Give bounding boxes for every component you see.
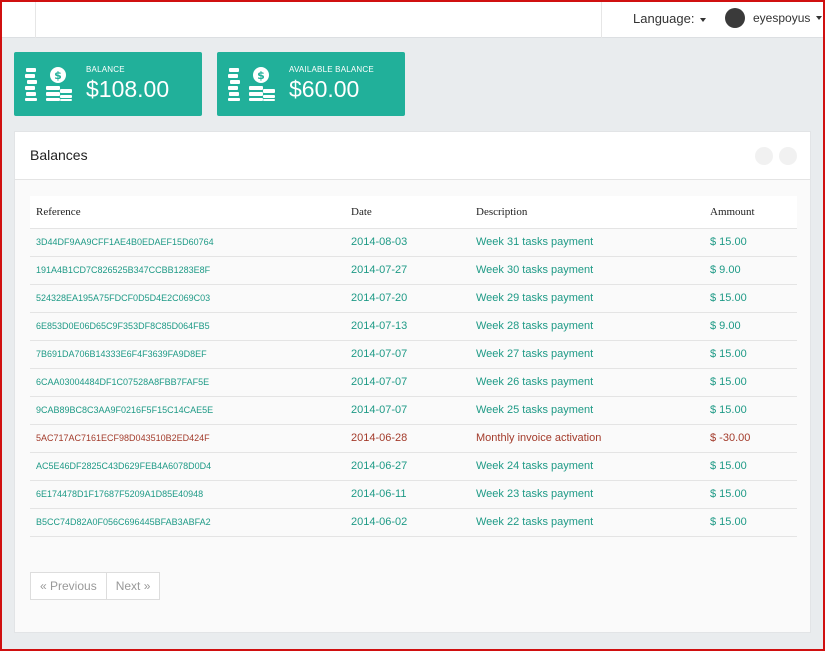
- pagination: « Previous Next »: [30, 572, 161, 600]
- amount-cell[interactable]: $ -30.00: [704, 424, 797, 453]
- language-label: Language:: [633, 11, 695, 26]
- amount-cell[interactable]: $ 15.00: [704, 368, 797, 397]
- reference-cell[interactable]: 6CAA03004484DF1C07528A8FBB7FAF5E: [30, 368, 345, 397]
- reference-cell[interactable]: 7B691DA706B14333E6F4F3639FA9D8EF: [30, 340, 345, 369]
- svg-text:$: $: [54, 69, 62, 82]
- reference-cell[interactable]: 6E853D0E06D65C9F353DF8C85D064FB5: [30, 312, 345, 341]
- table-row[interactable]: 6E174478D1F17687F5209A1D85E40948 2014-06-…: [30, 480, 797, 509]
- date-cell[interactable]: 2014-07-13: [345, 312, 470, 341]
- column-header-date[interactable]: Date: [345, 196, 470, 229]
- language-dropdown[interactable]: Language:: [633, 11, 707, 26]
- description-cell[interactable]: Week 28 tasks payment: [470, 312, 704, 341]
- coins-icon: $: [25, 67, 72, 101]
- panel-title: Balances: [30, 147, 88, 163]
- reference-cell[interactable]: 3D44DF9AA9CFF1AE4B0EDAEF15D60764: [30, 228, 345, 257]
- next-page-button[interactable]: Next »: [106, 572, 161, 600]
- svg-text:$: $: [257, 69, 265, 82]
- amount-cell[interactable]: $ 15.00: [704, 396, 797, 425]
- balance-card: $ BALANCE $108.00: [14, 52, 202, 116]
- amount-cell[interactable]: $ 15.00: [704, 228, 797, 257]
- table-row[interactable]: 5AC717AC7161ECF98D043510B2ED424F 2014-06-…: [30, 424, 797, 453]
- table-row[interactable]: 7B691DA706B14333E6F4F3639FA9D8EF 2014-07-…: [30, 340, 797, 369]
- chevron-down-icon: [700, 17, 707, 22]
- description-cell[interactable]: Week 31 tasks payment: [470, 228, 704, 257]
- reference-cell[interactable]: 6E174478D1F17687F5209A1D85E40948: [30, 480, 345, 509]
- description-cell[interactable]: Week 26 tasks payment: [470, 368, 704, 397]
- user-menu[interactable]: eyespoyus: [725, 8, 823, 28]
- avatar: [725, 8, 745, 28]
- description-cell[interactable]: Week 29 tasks payment: [470, 284, 704, 313]
- reference-cell[interactable]: 9CAB89BC8C3AA9F0216F5F15C14CAE5E: [30, 396, 345, 425]
- table-row[interactable]: 191A4B1CD7C826525B347CCBB1283E8F 2014-07-…: [30, 256, 797, 285]
- description-cell[interactable]: Week 25 tasks payment: [470, 396, 704, 425]
- amount-cell[interactable]: $ 15.00: [704, 284, 797, 313]
- table-row[interactable]: 6E853D0E06D65C9F353DF8C85D064FB5 2014-07-…: [30, 312, 797, 341]
- available-balance-value: $60.00: [289, 76, 360, 102]
- panel-header: Balances: [15, 132, 810, 180]
- description-cell[interactable]: Week 30 tasks payment: [470, 256, 704, 285]
- date-cell[interactable]: 2014-06-11: [345, 480, 470, 509]
- description-cell[interactable]: Week 24 tasks payment: [470, 452, 704, 481]
- previous-page-button[interactable]: « Previous: [30, 572, 107, 600]
- table-row[interactable]: 6CAA03004484DF1C07528A8FBB7FAF5E 2014-07-…: [30, 368, 797, 397]
- amount-cell[interactable]: $ 15.00: [704, 452, 797, 481]
- balances-panel: Balances Reference Date Description Ammo…: [14, 131, 811, 633]
- description-cell[interactable]: Monthly invoice activation: [470, 424, 704, 453]
- date-cell[interactable]: 2014-06-28: [345, 424, 470, 453]
- table-row[interactable]: 9CAB89BC8C3AA9F0216F5F15C14CAE5E 2014-07-…: [30, 396, 797, 425]
- coins-icon: $: [228, 67, 275, 101]
- balance-label: BALANCE: [86, 65, 125, 74]
- reference-cell[interactable]: 5AC717AC7161ECF98D043510B2ED424F: [30, 424, 345, 453]
- collapse-icon[interactable]: [755, 147, 773, 165]
- date-cell[interactable]: 2014-06-02: [345, 508, 470, 537]
- description-cell[interactable]: Week 27 tasks payment: [470, 340, 704, 369]
- date-cell[interactable]: 2014-06-27: [345, 452, 470, 481]
- description-cell[interactable]: Week 23 tasks payment: [470, 480, 704, 509]
- table-row[interactable]: 524328EA195A75FDCF0D5D4E2C069C03 2014-07-…: [30, 284, 797, 313]
- description-cell[interactable]: Week 22 tasks payment: [470, 508, 704, 537]
- reference-cell[interactable]: 191A4B1CD7C826525B347CCBB1283E8F: [30, 256, 345, 285]
- amount-cell[interactable]: $ 9.00: [704, 256, 797, 285]
- table-row[interactable]: B5CC74D82A0F056C696445BFAB3ABFA2 2014-06-…: [30, 508, 797, 537]
- amount-cell[interactable]: $ 15.00: [704, 508, 797, 537]
- column-header-reference[interactable]: Reference: [30, 196, 345, 229]
- top-navbar: Language: eyespoyus: [0, 0, 825, 38]
- date-cell[interactable]: 2014-07-07: [345, 396, 470, 425]
- date-cell[interactable]: 2014-07-20: [345, 284, 470, 313]
- date-cell[interactable]: 2014-07-07: [345, 368, 470, 397]
- chevron-down-icon: [816, 16, 823, 20]
- date-cell[interactable]: 2014-08-03: [345, 228, 470, 257]
- date-cell[interactable]: 2014-07-27: [345, 256, 470, 285]
- username: eyespoyus: [753, 11, 811, 25]
- available-balance-card: $ AVAILABLE BALANCE $60.00: [217, 52, 405, 116]
- date-cell[interactable]: 2014-07-07: [345, 340, 470, 369]
- close-icon[interactable]: [779, 147, 797, 165]
- balances-table: Reference Date Description Ammount 3D44D…: [30, 196, 797, 537]
- sidebar-toggle[interactable]: [0, 0, 36, 38]
- reference-cell[interactable]: AC5E46DF2825C43D629FEB4A6078D0D4: [30, 452, 345, 481]
- available-balance-label: AVAILABLE BALANCE: [289, 65, 374, 74]
- amount-cell[interactable]: $ 15.00: [704, 480, 797, 509]
- amount-cell[interactable]: $ 9.00: [704, 312, 797, 341]
- balance-value: $108.00: [86, 76, 170, 102]
- column-header-amount[interactable]: Ammount: [704, 196, 797, 229]
- reference-cell[interactable]: B5CC74D82A0F056C696445BFAB3ABFA2: [30, 508, 345, 537]
- table-row[interactable]: 3D44DF9AA9CFF1AE4B0EDAEF15D60764 2014-08-…: [30, 228, 797, 257]
- reference-cell[interactable]: 524328EA195A75FDCF0D5D4E2C069C03: [30, 284, 345, 313]
- table-row[interactable]: AC5E46DF2825C43D629FEB4A6078D0D4 2014-06-…: [30, 452, 797, 481]
- table-header-row: Reference Date Description Ammount: [30, 196, 797, 229]
- navbar-divider: [601, 0, 602, 38]
- column-header-description[interactable]: Description: [470, 196, 704, 229]
- amount-cell[interactable]: $ 15.00: [704, 340, 797, 369]
